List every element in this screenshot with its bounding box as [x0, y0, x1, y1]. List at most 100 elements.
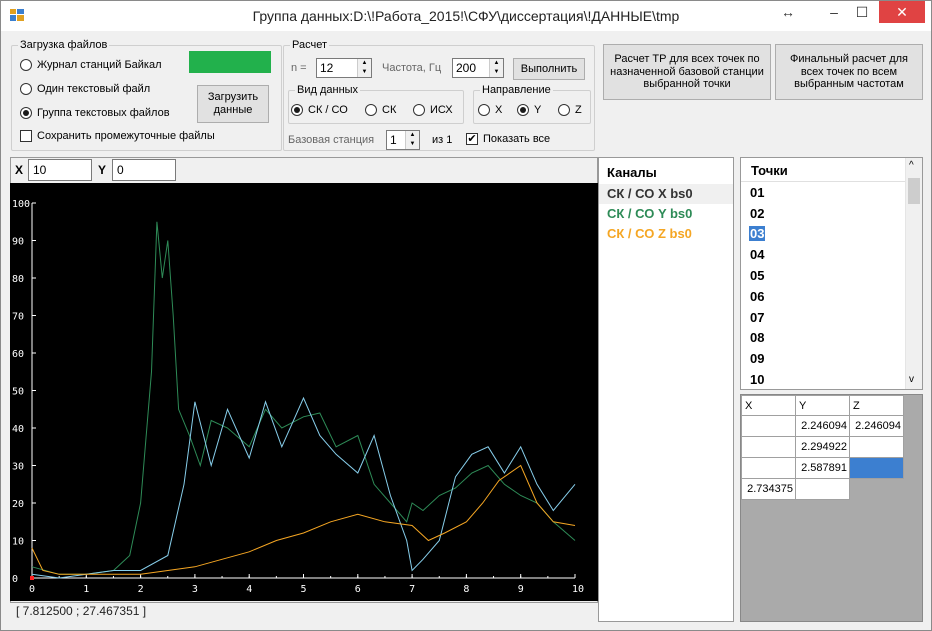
radio-view-isx-circle[interactable] [413, 104, 425, 116]
save-intermediate-box[interactable] [20, 130, 32, 142]
table-row[interactable]: 2.246094 2.246094 [741, 415, 904, 437]
radio-dir-z[interactable]: Z [558, 104, 582, 116]
point-item-label: 10 [750, 372, 765, 388]
grid-header-x[interactable]: X [741, 395, 796, 416]
scroll-down-icon[interactable]: v [909, 374, 914, 385]
grid-cell[interactable]: 2.246094 [849, 415, 904, 437]
frequency-value[interactable]: 200 [453, 61, 489, 75]
radio-single-text-circle[interactable] [20, 83, 32, 95]
points-title: Точки [741, 158, 906, 182]
grid-cell-selected[interactable] [849, 457, 904, 479]
point-item-04[interactable]: 04 [741, 244, 922, 265]
grid-cell[interactable] [741, 415, 796, 437]
grid-header-z[interactable]: Z [849, 395, 904, 416]
stepper-up-icon[interactable]: ▲ [358, 59, 371, 68]
grid-cell[interactable]: 2.294922 [795, 436, 850, 458]
point-item-08[interactable]: 08 [741, 328, 922, 349]
grid-cell[interactable]: 2.734375 [741, 478, 796, 500]
points-list[interactable]: Точки 01 02 03 04 05 06 07 08 09 10 ^ v [740, 157, 923, 390]
results-grid[interactable]: X Y Z 2.246094 2.246094 2.294922 2.58789… [740, 394, 923, 622]
y-tick-label: 50 [12, 387, 24, 398]
channel-item-y[interactable]: СК / СО Y bs0 [599, 204, 733, 224]
x-tick-label: 4 [246, 584, 252, 595]
point-item-03[interactable]: 03 [741, 224, 922, 245]
close-button[interactable]: ✕ [879, 1, 925, 23]
n-stepper[interactable]: 12 ▲ ▼ [316, 58, 372, 78]
spectrum-chart[interactable]: 0 10 20 30 40 50 60 70 80 90 100 0 1 2 3 4 5 6 7 8 9 10 [10, 183, 598, 601]
check-icon[interactable]: ✔ [466, 133, 478, 145]
radio-view-skso-label: СК / СО [308, 104, 348, 116]
radio-dir-z-circle[interactable] [558, 104, 570, 116]
radio-view-sk-circle[interactable] [365, 104, 377, 116]
point-item-label: 01 [750, 184, 765, 200]
point-item-01[interactable]: 01 [741, 182, 922, 203]
point-item-07[interactable]: 07 [741, 307, 922, 328]
y-tick-label: 30 [12, 462, 24, 473]
restore-icon[interactable]: ↔ [771, 1, 805, 23]
point-item-09[interactable]: 09 [741, 348, 922, 369]
radio-dir-y-circle[interactable] [517, 104, 529, 116]
grid-cell[interactable]: 2.246094 [795, 415, 850, 437]
frequency-stepper[interactable]: 200 ▲ ▼ [452, 58, 504, 78]
grid-cell[interactable]: 2.587891 [795, 457, 850, 479]
radio-group-text-circle[interactable] [20, 107, 32, 119]
radio-baikal-circle[interactable] [20, 59, 32, 71]
y-tick-label: 90 [12, 237, 24, 248]
scroll-thumb[interactable] [908, 178, 920, 204]
radio-dir-y[interactable]: Y [517, 104, 541, 116]
radio-dir-x-circle[interactable] [478, 104, 490, 116]
n-stepper-arrows[interactable]: ▲ ▼ [357, 59, 371, 77]
radio-view-sk[interactable]: СК [365, 104, 396, 116]
load-data-button[interactable]: Загрузить данные [197, 85, 269, 123]
point-item-05[interactable]: 05 [741, 265, 922, 286]
radio-group-text[interactable]: Группа текстовых файлов [20, 107, 170, 119]
table-row[interactable]: 2.294922 [741, 436, 904, 458]
stepper-down-icon[interactable]: ▼ [490, 68, 503, 77]
calc-tr-button[interactable]: Расчет ТР для всех точек по назначенной … [603, 44, 771, 100]
grid-cell[interactable] [741, 436, 796, 458]
x-tick-label: 10 [572, 584, 584, 595]
y-coord-input[interactable]: 0 [112, 159, 176, 181]
point-item-06[interactable]: 06 [741, 286, 922, 307]
radio-view-skso-circle[interactable] [291, 104, 303, 116]
stepper-up-icon[interactable]: ▲ [406, 131, 419, 140]
x-tick-label: 8 [463, 584, 469, 595]
stepper-down-icon[interactable]: ▼ [358, 68, 371, 77]
x-coord-input[interactable]: 10 [28, 159, 92, 181]
grid-cell[interactable] [741, 457, 796, 479]
channel-item-z[interactable]: СК / СО Z bs0 [599, 224, 733, 244]
point-item-02[interactable]: 02 [741, 203, 922, 224]
table-row[interactable]: 2.734375 [741, 478, 904, 500]
radio-dir-x[interactable]: X [478, 104, 502, 116]
show-all-checkbox[interactable]: ✔ Показать все [466, 133, 550, 145]
radio-view-isx[interactable]: ИСХ [413, 104, 453, 116]
base-station-value[interactable]: 1 [387, 133, 405, 147]
points-scrollbar[interactable]: ^ v [905, 158, 922, 389]
title-bar[interactable]: Группа данных:D:\!Работа_2015!\СФУ\диссе… [1, 1, 931, 31]
final-calc-button[interactable]: Финальный расчет для всех точек по всем … [775, 44, 923, 100]
frequency-stepper-arrows[interactable]: ▲ ▼ [489, 59, 503, 77]
channel-item-x[interactable]: СК / СО X bs0 [599, 184, 733, 204]
base-station-stepper-arrows[interactable]: ▲ ▼ [405, 131, 419, 149]
x-tick-label: 7 [409, 584, 415, 595]
scroll-up-icon[interactable]: ^ [909, 160, 914, 171]
channels-panel[interactable]: Каналы СК / СО X bs0 СК / СО Y bs0 СК / … [598, 157, 734, 622]
n-value[interactable]: 12 [317, 61, 357, 75]
radio-baikal[interactable]: Журнал станций Байкал [20, 59, 162, 71]
run-button[interactable]: Выполнить [513, 58, 585, 80]
stepper-down-icon[interactable]: ▼ [406, 140, 419, 149]
point-item-10[interactable]: 10 [741, 369, 922, 390]
grid-cell-empty [849, 478, 904, 500]
radio-view-skso[interactable]: СК / СО [291, 104, 348, 116]
radio-view-sk-label: СК [382, 104, 397, 116]
maximize-button[interactable]: ☐ [845, 1, 879, 23]
base-station-stepper[interactable]: 1 ▲ ▼ [386, 130, 420, 150]
y-tick-label: 10 [12, 537, 24, 548]
save-intermediate-checkbox[interactable]: Сохранить промежуточные файлы [20, 130, 215, 142]
table-row[interactable]: 2.587891 [741, 457, 904, 479]
grid-header-y[interactable]: Y [795, 395, 850, 416]
grid-cell[interactable] [849, 436, 904, 458]
stepper-up-icon[interactable]: ▲ [490, 59, 503, 68]
radio-single-text[interactable]: Один текстовый файл [20, 83, 150, 95]
grid-cell[interactable] [795, 478, 850, 500]
